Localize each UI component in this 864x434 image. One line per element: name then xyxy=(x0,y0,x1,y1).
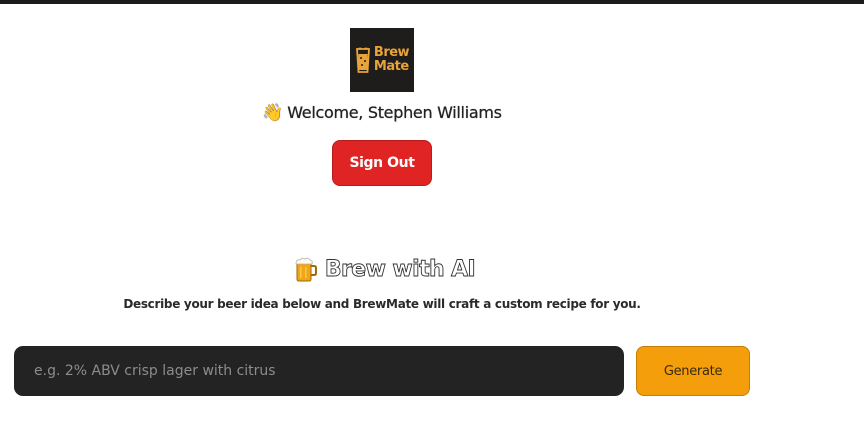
beer-idea-input[interactable] xyxy=(14,346,624,396)
beer-mug-icon xyxy=(295,257,317,282)
generate-button[interactable]: Generate xyxy=(636,346,750,396)
brewmate-logo: Brew Mate xyxy=(350,28,414,92)
beer-glass-icon xyxy=(355,47,370,73)
logo-line-2: Mate xyxy=(373,59,409,74)
welcome-text: Welcome, Stephen Williams xyxy=(287,103,502,122)
brew-title-text: Brew with AI xyxy=(324,256,476,282)
welcome-message: 👋 Welcome, Stephen Williams xyxy=(0,103,764,123)
top-bar xyxy=(0,0,864,4)
waving-hand-icon: 👋 xyxy=(262,103,284,123)
brew-subtitle: Describe your beer idea below and BrewMa… xyxy=(123,297,641,311)
logo-line-1: Brew xyxy=(373,45,410,60)
brew-with-ai-heading: Brew with AI xyxy=(0,256,768,282)
logo-wordmark: Brew Mate xyxy=(373,45,410,74)
sign-out-button[interactable]: Sign Out xyxy=(332,140,432,186)
